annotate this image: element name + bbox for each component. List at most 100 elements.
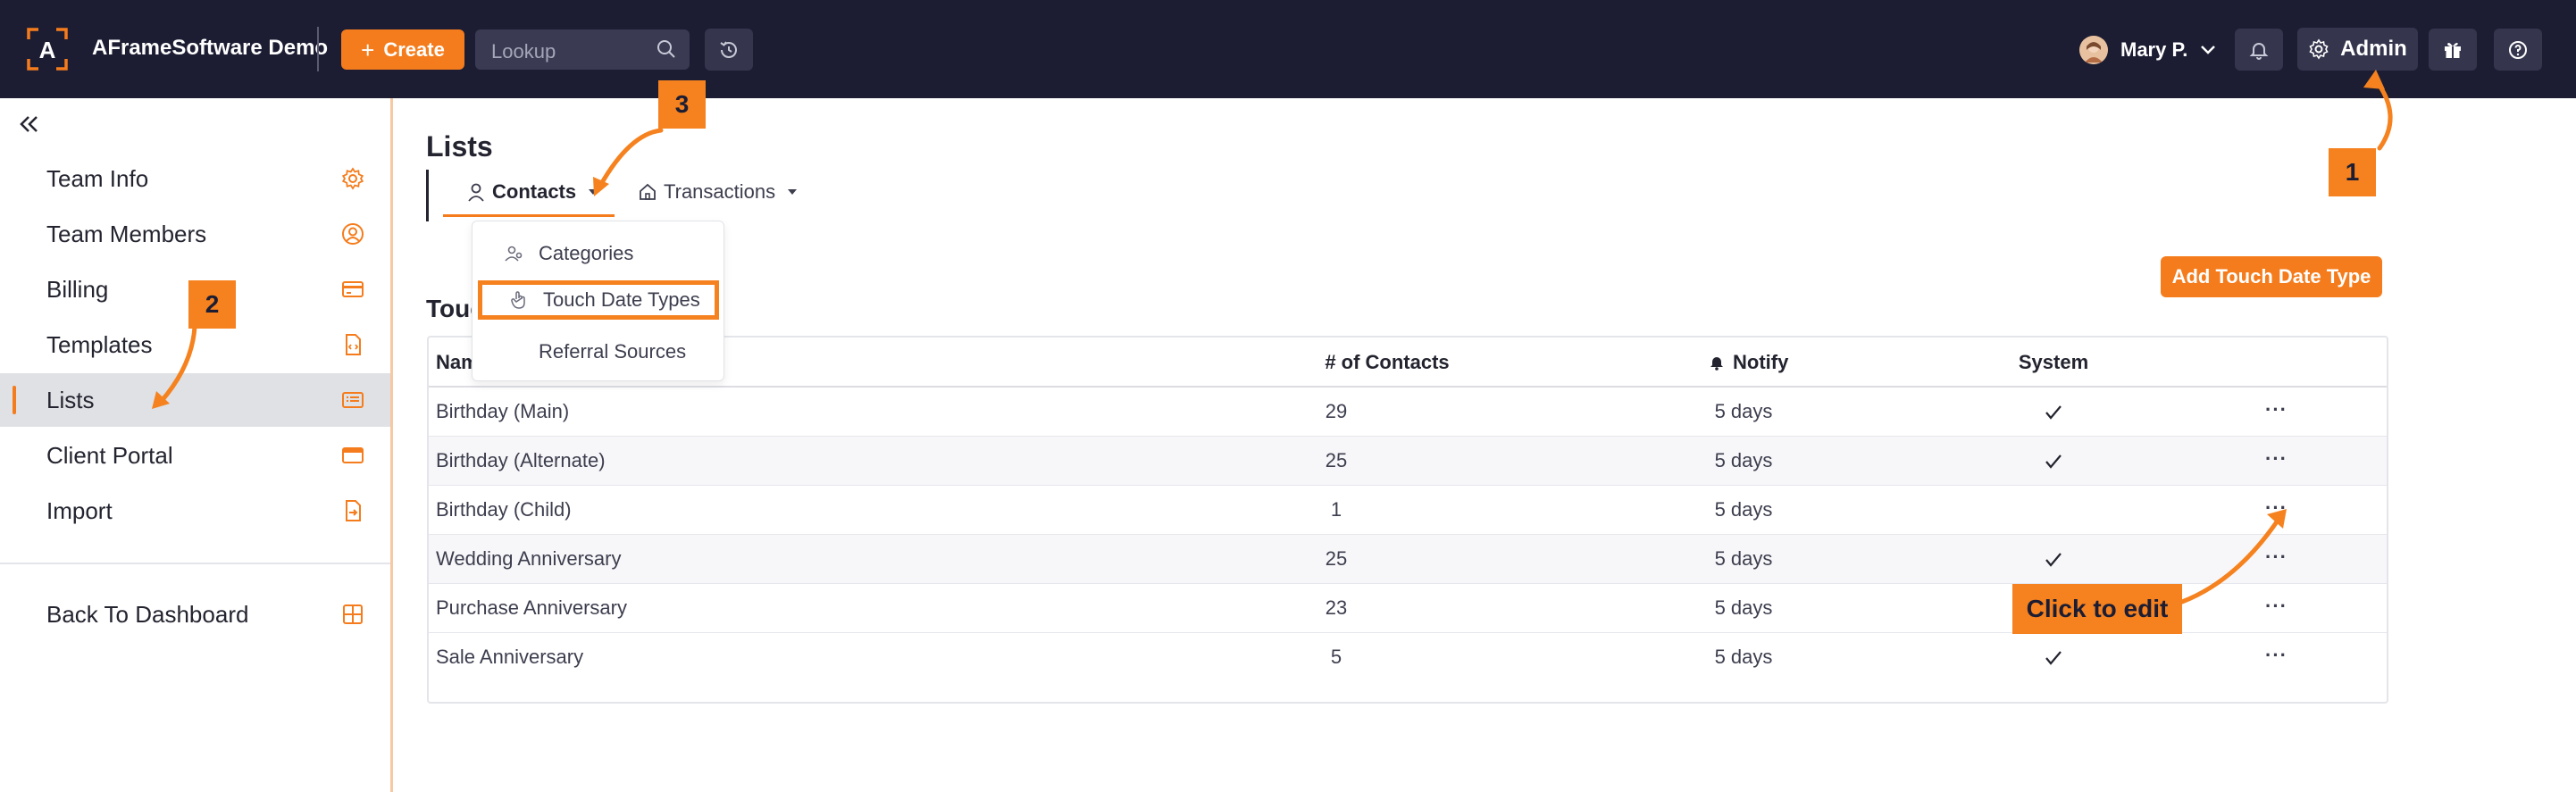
sidebar-item-lists[interactable]: Lists	[0, 373, 390, 427]
cell-notify: 5 days	[1714, 400, 1773, 422]
check-icon	[2045, 651, 2062, 665]
admin-button[interactable]: Admin	[2297, 28, 2418, 71]
top-bar: A AFrameSoftware Demo + Create Lookup Ma…	[0, 0, 2576, 98]
notifications-button[interactable]	[2235, 29, 2283, 71]
tab-transactions[interactable]: Transactions	[639, 180, 798, 204]
history-button[interactable]	[705, 29, 753, 71]
user-circle-icon	[342, 223, 364, 245]
lookup-input[interactable]: Lookup	[475, 29, 690, 70]
help-button[interactable]	[2494, 29, 2542, 71]
step-2-badge: 2	[188, 280, 236, 329]
sidebar-item-client-portal[interactable]: Client Portal	[0, 429, 390, 482]
chevron-down-icon	[2201, 46, 2216, 54]
cell-contacts: 25	[1325, 449, 1348, 471]
gift-icon	[2445, 42, 2461, 58]
svg-text:A: A	[39, 37, 56, 63]
sidebar-divider	[0, 563, 390, 564]
admin-sidebar: Team Info Team Members Billing Templates	[0, 98, 393, 792]
column-header-system[interactable]: System	[2019, 351, 2088, 374]
sidebar-item-team-info[interactable]: Team Info	[0, 152, 390, 205]
cell-notify: 5 days	[1714, 498, 1773, 521]
tab-label: Transactions	[664, 180, 776, 203]
check-icon	[2045, 405, 2062, 420]
row-actions-button[interactable]: ···	[2265, 595, 2287, 618]
help-icon	[2509, 40, 2527, 59]
active-tab-indicator	[443, 214, 615, 217]
row-actions-button[interactable]: ···	[2265, 546, 2287, 569]
sidebar-item-label: Templates	[46, 330, 153, 358]
header-divider	[317, 27, 319, 71]
table-row[interactable]: Birthday (Alternate) 25 5 days ···	[429, 437, 2387, 486]
hand-pointer-icon	[511, 291, 525, 309]
file-import-icon	[346, 500, 361, 521]
users-icon	[505, 246, 523, 262]
caret-down-icon	[788, 189, 798, 195]
plus-icon: +	[361, 36, 375, 63]
caret-down-icon	[589, 189, 598, 195]
home-icon	[640, 183, 656, 200]
menu-item-label: Referral Sources	[539, 340, 687, 363]
user-icon	[468, 183, 484, 202]
cell-contacts: 5	[1330, 646, 1342, 668]
tabs-left-border	[426, 170, 429, 221]
sidebar-item-label: Import	[46, 496, 113, 524]
brand-name: AFrameSoftware Demo	[92, 36, 329, 60]
menu-item-label: Categories	[539, 242, 634, 264]
cell-name: Wedding Anniversary	[436, 547, 622, 570]
sidebar-item-label: Team Info	[46, 164, 149, 192]
search-icon[interactable]	[656, 38, 677, 60]
table-row[interactable]: Sale Anniversary 5 5 days ···	[429, 633, 2387, 682]
user-name: Mary P.	[2120, 38, 2188, 61]
table-row[interactable]: Birthday (Main) 29 5 days ···	[429, 388, 2387, 437]
sidebar-item-label: Team Members	[46, 220, 207, 247]
column-header-notify[interactable]: Notify	[1710, 351, 1788, 374]
check-icon	[2045, 454, 2062, 469]
bell-icon	[2249, 42, 2269, 60]
collapse-sidebar-icon[interactable]	[18, 113, 41, 136]
bell-icon	[1710, 357, 1723, 371]
cell-notify: 5 days	[1714, 449, 1773, 471]
cell-contacts: 1	[1330, 498, 1342, 521]
column-header-contacts[interactable]: # of Contacts	[1325, 351, 1449, 374]
cell-name: Birthday (Main)	[436, 400, 570, 422]
cell-name: Birthday (Alternate)	[436, 449, 606, 471]
gear-icon	[2309, 38, 2329, 60]
credit-card-icon	[342, 281, 364, 297]
sidebar-item-import[interactable]: Import	[0, 484, 390, 538]
file-code-icon	[346, 334, 361, 355]
add-touch-date-type-button[interactable]: Add Touch Date Type	[2161, 256, 2382, 297]
table-row[interactable]: Birthday (Child) 1 5 days ···	[429, 486, 2387, 535]
gift-button[interactable]	[2429, 29, 2477, 71]
cell-contacts: 25	[1325, 547, 1348, 570]
cell-contacts: 23	[1325, 596, 1348, 619]
click-to-edit-callout: Click to edit	[2012, 584, 2182, 634]
page-title: Lists	[426, 130, 493, 163]
cell-name: Birthday (Child)	[436, 498, 572, 521]
user-menu[interactable]: Mary P.	[2079, 36, 2216, 64]
table-row[interactable]: Wedding Anniversary 25 5 days ···	[429, 535, 2387, 584]
cell-notify: 5 days	[1714, 646, 1773, 668]
menu-item-referral-sources[interactable]: Referral Sources	[473, 332, 725, 371]
cell-contacts: 29	[1325, 400, 1348, 422]
create-label: Create	[383, 38, 445, 61]
create-button[interactable]: + Create	[341, 29, 464, 70]
menu-item-touch-date-types[interactable]: Touch Date Types	[478, 280, 719, 320]
row-actions-button[interactable]: ···	[2265, 644, 2287, 667]
step-1-badge: 1	[2329, 148, 2376, 196]
row-actions-button[interactable]: ···	[2265, 496, 2287, 520]
tab-label: Contacts	[492, 180, 577, 203]
sidebar-item-label: Back To Dashboard	[46, 600, 249, 628]
row-actions-button[interactable]: ···	[2265, 447, 2287, 471]
sidebar-item-back-to-dashboard[interactable]: Back To Dashboard	[0, 588, 390, 641]
sidebar-item-team-members[interactable]: Team Members	[0, 207, 390, 261]
check-icon	[2045, 553, 2062, 567]
row-actions-button[interactable]: ···	[2265, 398, 2287, 421]
tab-contacts[interactable]: Contacts	[467, 180, 598, 204]
dashboard-grid-icon	[343, 604, 363, 624]
sidebar-item-label: Billing	[46, 275, 109, 303]
menu-item-categories[interactable]: Categories	[473, 234, 725, 273]
aframe-logo-icon[interactable]: A	[26, 27, 69, 71]
sidebar-item-label: Lists	[46, 386, 95, 413]
sidebar-item-label: Client Portal	[46, 441, 173, 469]
cell-notify: 5 days	[1714, 596, 1773, 619]
